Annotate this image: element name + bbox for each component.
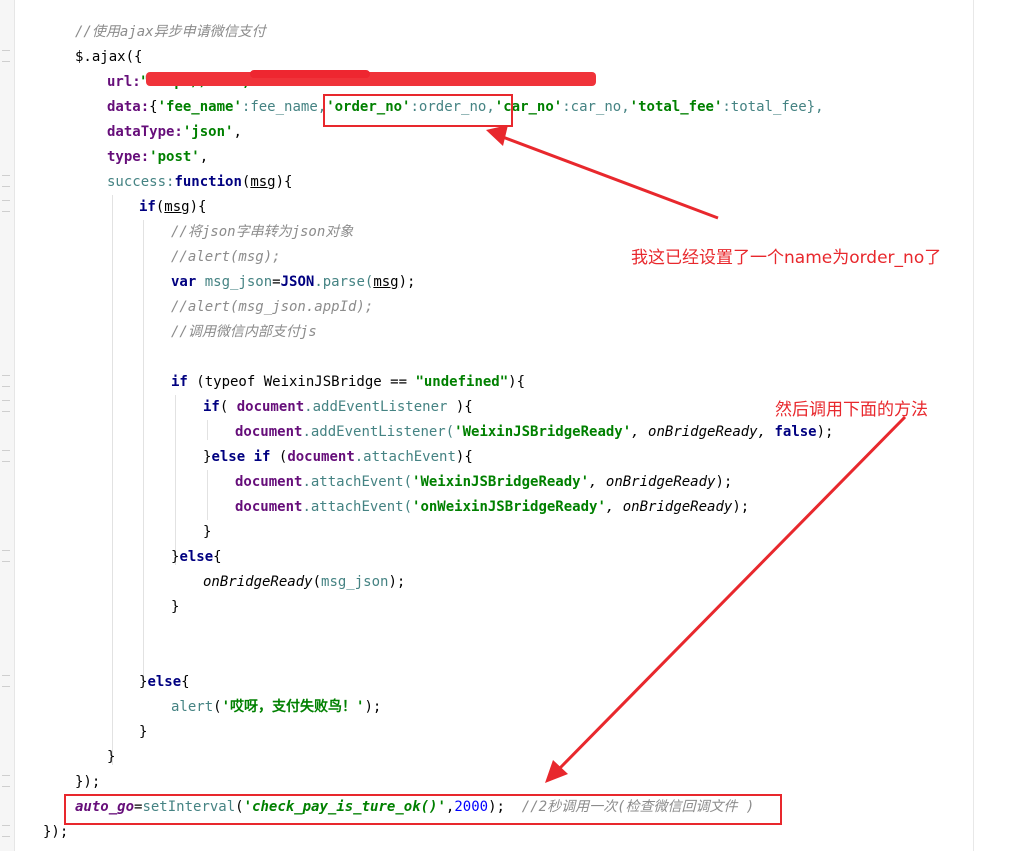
arrow-line: [558, 415, 907, 770]
arrow-head: [486, 125, 508, 146]
annotation-note-2: 然后调用下面的方法: [775, 400, 928, 420]
annotation-note-1: 我这已经设置了一个name为order_no了: [631, 248, 942, 268]
arrow-line: [499, 134, 719, 220]
annotation-arrows: [486, 125, 907, 783]
